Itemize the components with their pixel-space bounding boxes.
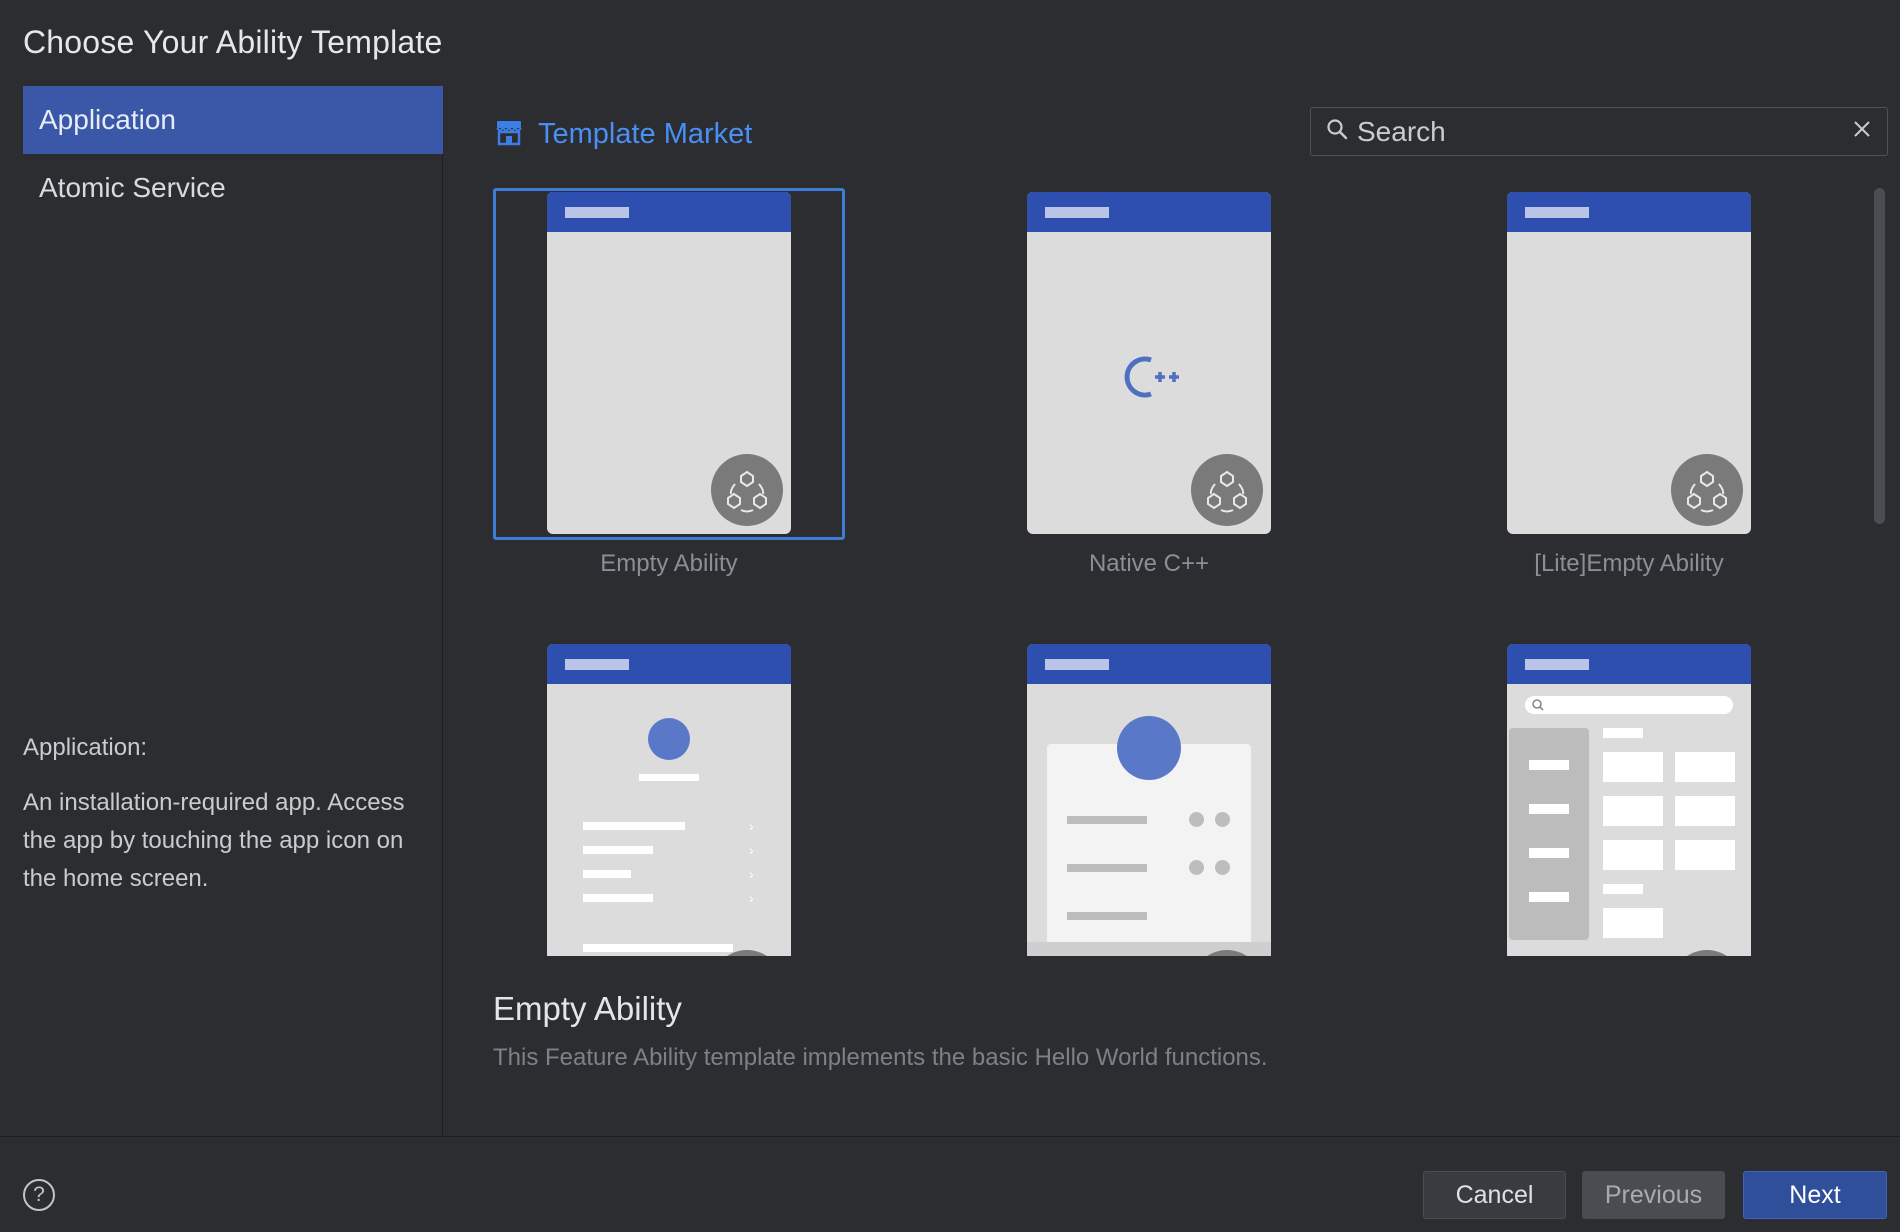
template-card-native-cpp[interactable]: Native C++ — [973, 188, 1325, 577]
template-card-5[interactable] — [973, 640, 1325, 956]
dialog-footer: ? Cancel Previous Next — [0, 1136, 1900, 1232]
template-preview: › › › › — [547, 644, 791, 956]
preview-header — [1027, 192, 1271, 232]
harmony-badge-icon — [1671, 950, 1743, 956]
selected-template-title: Empty Ability — [493, 990, 682, 1027]
harmony-badge-icon — [1191, 454, 1263, 526]
template-preview — [547, 192, 791, 534]
category-description-title: Application: — [23, 734, 148, 761]
search-box[interactable] — [1310, 107, 1888, 156]
template-dialog: Choose Your Ability Template Application… — [0, 0, 1900, 1232]
sidebar-item-application[interactable]: Application — [23, 86, 443, 154]
preview-header — [547, 192, 791, 232]
template-grid: Empty Ability Native C++ [Lite]Empty Abi… — [460, 180, 1870, 956]
cancel-button[interactable]: Cancel — [1423, 1171, 1566, 1219]
preview-header — [1507, 192, 1751, 232]
template-preview — [1507, 644, 1751, 956]
clear-search-icon[interactable] — [1851, 118, 1873, 145]
category-panel: Application Atomic Service — [0, 86, 443, 1136]
template-preview — [1507, 192, 1751, 534]
template-card-6[interactable] — [1453, 640, 1805, 956]
template-label: Native C++ — [1088, 550, 1210, 577]
selected-template-description: This Feature Ability template implements… — [493, 1044, 1268, 1071]
template-card-4[interactable]: › › › › — [493, 640, 845, 956]
previous-button[interactable]: Previous — [1582, 1171, 1725, 1219]
template-label: [Lite]Empty Ability — [1534, 550, 1724, 577]
harmony-badge-icon — [1191, 950, 1263, 956]
template-market-label: Template Market — [538, 117, 753, 150]
store-icon — [494, 117, 524, 152]
next-button[interactable]: Next — [1743, 1171, 1887, 1219]
sidebar-item-atomic-service[interactable]: Atomic Service — [23, 154, 443, 222]
dialog-title: Choose Your Ability Template — [23, 24, 443, 60]
search-icon — [1531, 698, 1545, 717]
avatar-icon — [648, 718, 690, 760]
template-preview — [1027, 644, 1271, 956]
category-description-text: An installation-required app. Access the… — [23, 789, 405, 892]
preview-header — [547, 644, 791, 684]
chevron-right-icon: › › › › — [749, 818, 754, 906]
template-market-link[interactable]: Template Market — [494, 112, 752, 156]
avatar-icon — [1117, 716, 1181, 780]
help-icon[interactable]: ? — [23, 1179, 55, 1211]
search-icon — [1325, 117, 1349, 146]
template-card-empty-ability[interactable]: Empty Ability — [493, 188, 845, 577]
harmony-badge-icon — [1671, 454, 1743, 526]
harmony-badge-icon — [711, 454, 783, 526]
template-label: Empty Ability — [600, 550, 738, 577]
template-grid-scrollbar[interactable] — [1874, 188, 1885, 524]
harmony-badge-icon — [711, 950, 783, 956]
template-card-lite-empty-ability[interactable]: [Lite]Empty Ability — [1453, 188, 1805, 577]
preview-header — [1507, 644, 1751, 684]
search-input[interactable] — [1357, 115, 1851, 148]
preview-header — [1027, 644, 1271, 684]
template-preview — [1027, 192, 1271, 534]
cpp-logo-icon — [1115, 352, 1185, 407]
